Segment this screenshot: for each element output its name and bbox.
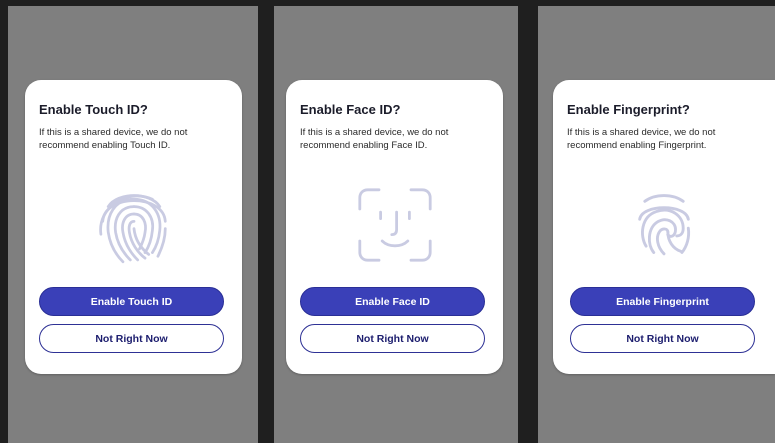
not-right-now-button[interactable]: Not Right Now: [570, 324, 755, 353]
dialog-title: Enable Touch ID?: [39, 102, 148, 117]
dialog-message: If this is a shared device, we do not re…: [300, 127, 449, 151]
dialog-title: Enable Face ID?: [300, 102, 401, 117]
screen-touch-id: Enable Touch ID? If this is a shared dev…: [8, 6, 258, 443]
not-right-now-button[interactable]: Not Right Now: [300, 324, 485, 353]
fingerprint-dialog: Enable Fingerprint? If this is a shared …: [553, 80, 775, 374]
not-right-now-button[interactable]: Not Right Now: [39, 324, 224, 353]
face-id-dialog: Enable Face ID? If this is a shared devi…: [286, 80, 503, 374]
fingerprint-icon: [553, 180, 775, 270]
touch-id-dialog: Enable Touch ID? If this is a shared dev…: [25, 80, 242, 374]
touch-id-fingerprint-icon: [25, 180, 242, 270]
dialog-message: If this is a shared device, we do not re…: [567, 127, 716, 151]
face-id-icon: [286, 180, 503, 270]
dialog-message: If this is a shared device, we do not re…: [39, 127, 188, 151]
enable-face-id-button[interactable]: Enable Face ID: [300, 287, 485, 316]
dialog-title: Enable Fingerprint?: [567, 102, 690, 117]
enable-fingerprint-button[interactable]: Enable Fingerprint: [570, 287, 755, 316]
screen-fingerprint: Enable Fingerprint? If this is a shared …: [538, 6, 775, 443]
screen-face-id: Enable Face ID? If this is a shared devi…: [274, 6, 518, 443]
enable-touch-id-button[interactable]: Enable Touch ID: [39, 287, 224, 316]
